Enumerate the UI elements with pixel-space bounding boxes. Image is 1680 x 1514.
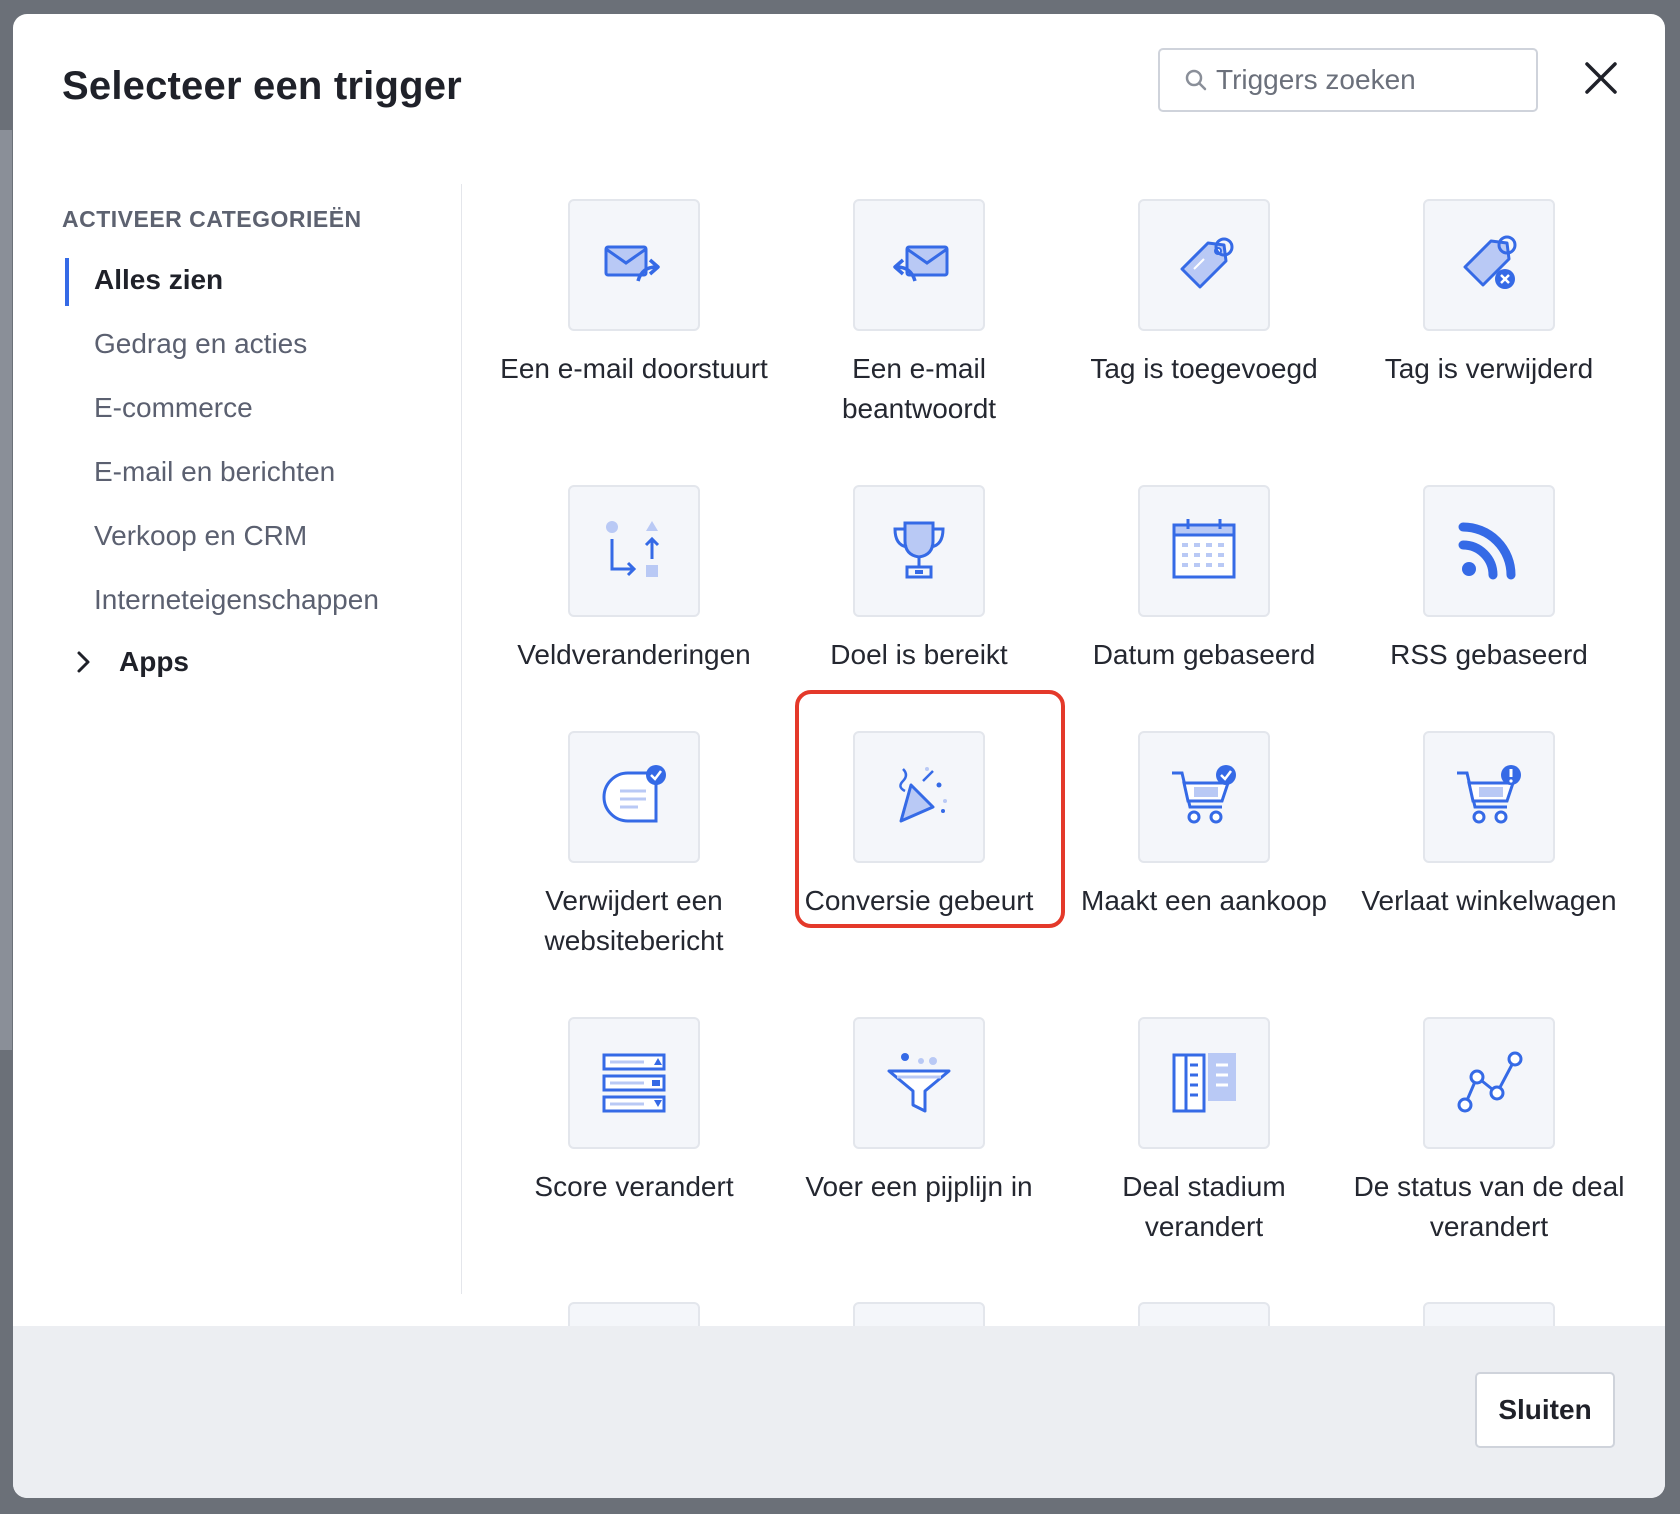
trigger-icon-box (1138, 485, 1270, 617)
close-icon[interactable] (1581, 58, 1621, 98)
category-all[interactable]: Alles zien (94, 264, 223, 296)
trigger-icon-box (1138, 199, 1270, 331)
trigger-label: Verlaat winkelwagen (1361, 885, 1617, 916)
category-sidebar: ACTIVEER CATEGORIEËN Alles zien Gedrag e… (13, 184, 462, 1294)
trigger-label: Veldveranderingen (517, 639, 751, 670)
trigger-search[interactable] (1158, 48, 1538, 112)
calendar-icon (1172, 519, 1236, 579)
category-behavior[interactable]: Gedrag en acties (94, 328, 307, 360)
trigger-label: Een e-mail doorstuurt (500, 353, 768, 384)
deal-status-chart-icon (1457, 1051, 1523, 1113)
category-email[interactable]: E-mail en berichten (94, 456, 335, 488)
chevron-right-icon (69, 648, 97, 676)
category-sales-crm[interactable]: Verkoop en CRM (94, 520, 307, 552)
deal-stage-icon (1172, 1053, 1236, 1113)
trigger-label: Voer een pijplijn in (805, 1171, 1033, 1202)
category-web-properties[interactable]: Interneteigenschappen (94, 584, 379, 616)
apps-toggle[interactable]: Apps (69, 646, 189, 678)
trigger-email-reply[interactable]: Een e-mail beantwoordt (777, 199, 1061, 429)
trigger-icon-box (853, 199, 985, 331)
trigger-date[interactable]: Datum gebaseerd (1062, 485, 1346, 675)
tag-removed-icon (1463, 235, 1517, 289)
trigger-icon-box (568, 731, 700, 863)
trigger-icon-box (853, 731, 985, 863)
trigger-label: Een e-mail beantwoordt (841, 353, 997, 424)
trigger-icon-box (1423, 199, 1555, 331)
trigger-pipeline[interactable]: Voer een pijplijn in (777, 1017, 1061, 1207)
backdrop (0, 130, 12, 1050)
trigger-label: RSS gebaseerd (1390, 639, 1588, 670)
trigger-icon-box (1423, 485, 1555, 617)
trigger-label: Doel is bereikt (830, 639, 1008, 670)
party-popper-icon (899, 767, 947, 823)
trigger-label: Maakt een aankoop (1081, 885, 1327, 916)
trigger-field-change[interactable]: Veldveranderingen (492, 485, 776, 675)
trophy-icon (893, 521, 945, 579)
trigger-email-forward[interactable]: Een e-mail doorstuurt (492, 199, 776, 389)
trigger-icon-box (1138, 731, 1270, 863)
trigger-icon-box (1138, 1017, 1270, 1149)
site-message-icon (602, 765, 666, 823)
field-change-icon (606, 521, 660, 577)
trigger-label: Deal stadium verandert (1122, 1171, 1286, 1242)
trigger-icon-box (568, 485, 700, 617)
tag-added-icon (1180, 237, 1234, 289)
trigger-deal-status[interactable]: De status van de deal verandert (1347, 1017, 1631, 1247)
trigger-icon-box (853, 485, 985, 617)
category-ecommerce[interactable]: E-commerce (94, 392, 253, 424)
trigger-modal: Selecteer een trigger ACTIVEER CATEGORIE… (13, 14, 1665, 1498)
active-indicator (65, 258, 69, 306)
funnel-icon (887, 1053, 951, 1113)
trigger-site-message[interactable]: Verwijdert een websitebericht (492, 731, 776, 961)
trigger-conversion[interactable]: Conversie gebeurt (777, 731, 1061, 921)
trigger-label: Tag is toegevoegd (1090, 353, 1318, 384)
score-list-icon (602, 1053, 666, 1113)
search-input[interactable] (1214, 63, 1518, 97)
trigger-label: Tag is verwijderd (1384, 353, 1594, 384)
apps-label: Apps (119, 646, 189, 677)
trigger-deal-stage[interactable]: Deal stadium verandert (1062, 1017, 1346, 1247)
trigger-goal[interactable]: Doel is bereikt (777, 485, 1061, 675)
trigger-label: Conversie gebeurt (804, 885, 1034, 916)
modal-footer: Sluiten (13, 1326, 1665, 1498)
trigger-abandon-cart[interactable]: Verlaat winkelwagen (1347, 731, 1631, 921)
trigger-label: Verwijdert een websitebericht (544, 885, 724, 956)
category-heading: ACTIVEER CATEGORIEËN (62, 206, 362, 232)
trigger-rss[interactable]: RSS gebaseerd (1347, 485, 1631, 675)
close-button[interactable]: Sluiten (1475, 1372, 1615, 1448)
cart-check-icon (1172, 765, 1236, 824)
trigger-label: Datum gebaseerd (1092, 639, 1316, 670)
trigger-grid: Een e-mail doorstuurt Een e-mail beantwo… (462, 184, 1665, 1340)
trigger-score[interactable]: Score verandert (492, 1017, 776, 1207)
trigger-icon-box (568, 1017, 700, 1149)
trigger-purchase[interactable]: Maakt een aankoop (1062, 731, 1346, 921)
trigger-label: De status van de deal verandert (1353, 1171, 1625, 1242)
trigger-icon-box (568, 199, 700, 331)
email-reply-icon (893, 245, 949, 282)
trigger-icon-box (853, 1017, 985, 1149)
cart-alert-icon (1457, 765, 1521, 824)
modal-title: Selecteer een trigger (62, 64, 462, 108)
trigger-tag-added[interactable]: Tag is toegevoegd (1062, 199, 1346, 389)
trigger-icon-box (1423, 731, 1555, 863)
search-icon (1182, 66, 1210, 94)
rss-icon (1458, 522, 1516, 580)
email-forward-icon (604, 245, 660, 282)
trigger-label: Score verandert (534, 1171, 734, 1202)
trigger-icon-box (1423, 1017, 1555, 1149)
trigger-tag-removed[interactable]: Tag is verwijderd (1347, 199, 1631, 389)
